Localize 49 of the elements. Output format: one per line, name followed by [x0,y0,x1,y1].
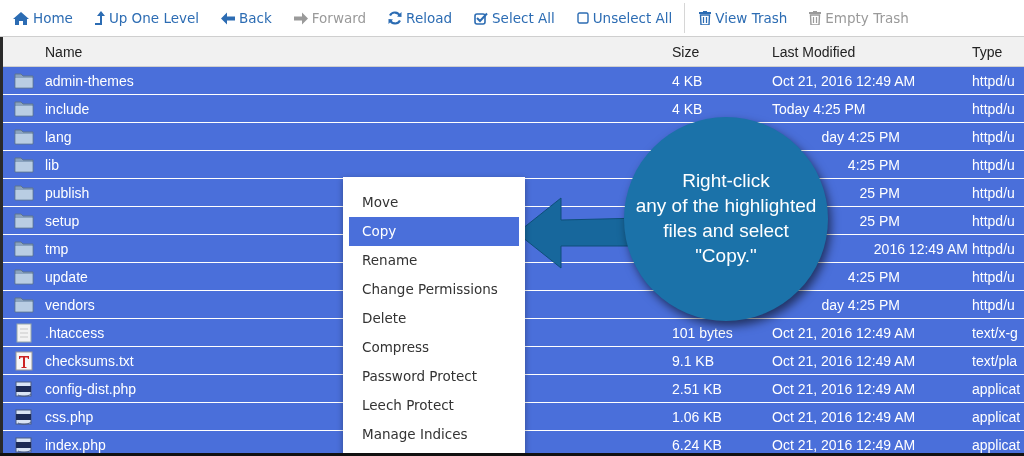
file-size: 1.06 KB [672,408,722,425]
file-name: tmp [45,240,69,257]
modified-date: 4:25 PM [847,156,900,173]
file-type: httpd/u [972,296,1015,313]
file-name: lib [45,156,59,173]
file-name: include [45,100,90,117]
file-type: text/x-g [972,324,1018,341]
file-type: httpd/u [972,184,1015,201]
modified-date: Oct 21, 2016 12:49 AM [772,72,916,89]
file-type: httpd/u [972,268,1015,285]
modified-date: Oct 21, 2016 12:49 AM [772,436,916,453]
file-size: 101 bytes [672,324,733,341]
modified-date: 2016 12:49 AM [873,240,968,257]
file-name: update [45,268,88,285]
modified-date: day 4:25 PM [821,128,900,145]
file-type: httpd/u [972,240,1015,257]
file-type: applicat [972,408,1021,425]
file-name: lang [45,128,72,145]
file-size: 6.24 KB [672,436,722,453]
modified-date: Oct 21, 2016 12:49 AM [772,380,916,397]
file-type: httpd/u [972,156,1015,173]
file-name: admin-themes [45,72,134,89]
file-name: setup [45,212,80,229]
file-name: css.php [45,408,94,425]
file-size: 4 KB [672,100,703,117]
file-type: httpd/u [972,100,1015,117]
modified-date: Today 4:25 PM [772,100,866,117]
modified-date: 4:25 PM [847,268,900,285]
file-name: index.php [45,436,106,453]
file-name: .htaccess [45,324,105,341]
file-name: vendors [45,296,95,313]
file-type: httpd/u [972,128,1015,145]
modified-date: Oct 21, 2016 12:49 AM [772,408,916,425]
file-type: httpd/u [972,212,1015,229]
file-name: checksums.txt [45,352,134,369]
file-size: 4 KB [672,72,703,89]
file-type: applicat [972,436,1021,453]
modified-date: 25 PM [859,212,900,229]
file-name: config-dist.php [45,380,137,397]
file-size: 9.1 KB [672,352,715,369]
modified-date: 25 PM [859,184,900,201]
file-size: 2.51 KB [672,380,722,397]
file-type: applicat [972,380,1021,397]
file-type: text/pla [972,352,1018,369]
modified-date: Oct 21, 2016 12:49 AM [772,352,916,369]
modified-date: Oct 21, 2016 12:49 AM [772,324,916,341]
modified-date: day 4:25 PM [821,296,900,313]
file-type: httpd/u [972,72,1015,89]
file-name: publish [45,184,90,201]
